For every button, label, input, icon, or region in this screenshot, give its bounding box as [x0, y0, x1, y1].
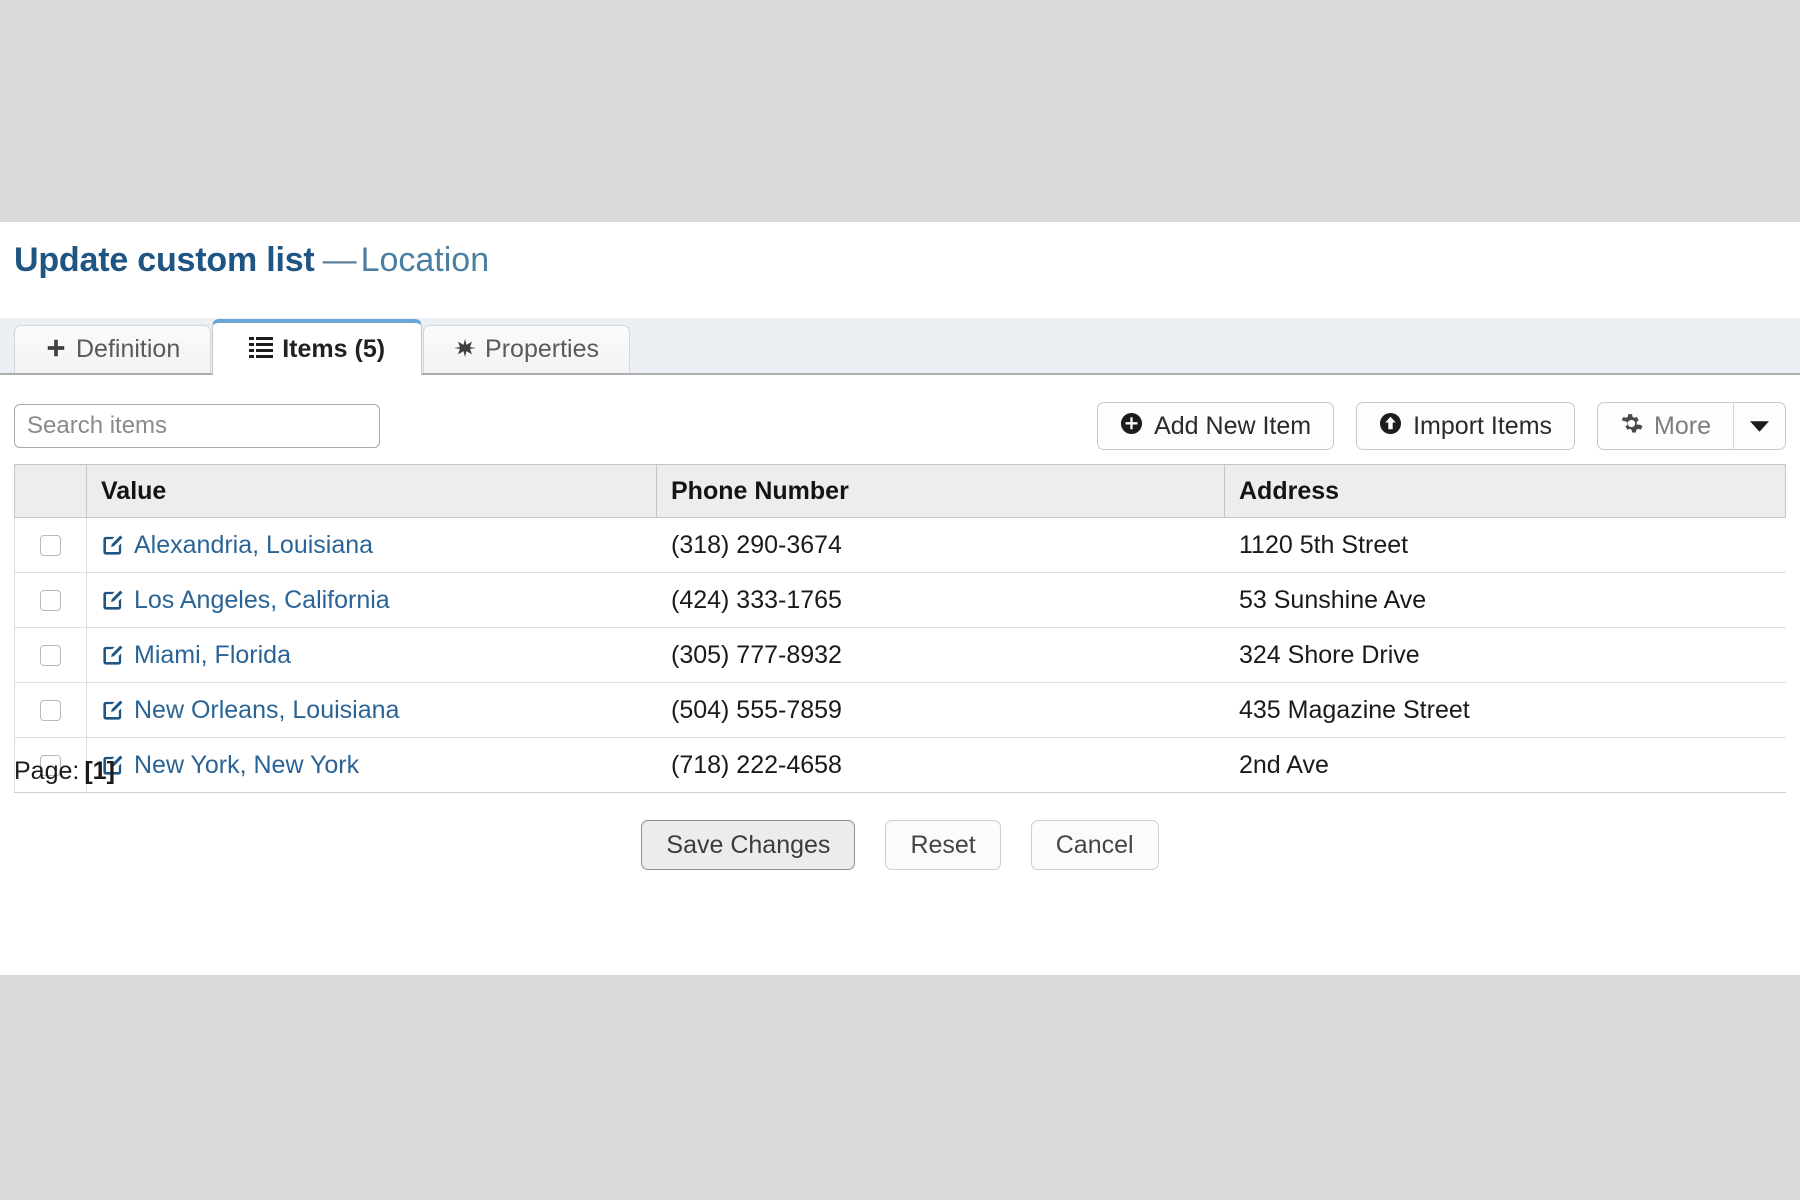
reset-button[interactable]: Reset [885, 820, 1000, 870]
toolbar-button-group: Add New Item Import Items More [1097, 402, 1786, 450]
page-title-main: Update custom list [14, 241, 315, 279]
value-cell: New York, New York [101, 751, 642, 780]
value-cell-wrapper: Los Angeles, California [87, 573, 657, 628]
asterisk-icon [454, 337, 476, 363]
value-cell: Los Angeles, California [101, 586, 642, 615]
address-cell: 2nd Ave [1225, 738, 1786, 793]
table-row: New York, New York (718) 222-46582nd Ave [15, 738, 1786, 793]
tab-properties-label: Properties [485, 335, 599, 364]
edit-icon[interactable] [101, 699, 124, 722]
cancel-button[interactable]: Cancel [1031, 820, 1159, 870]
items-table: Value Phone Number Address Alexandria, L… [14, 464, 1786, 793]
value-cell: New Orleans, Louisiana [101, 696, 642, 725]
pagination-label: Page: [14, 757, 79, 785]
more-split-button: More [1597, 402, 1786, 450]
items-table-body: Alexandria, Louisiana (318) 290-36741120 … [15, 518, 1786, 793]
search-input[interactable] [14, 404, 380, 448]
import-items-button[interactable]: Import Items [1356, 402, 1575, 450]
edit-icon[interactable] [101, 534, 124, 557]
items-table-head: Value Phone Number Address [15, 465, 1786, 518]
value-cell-wrapper: Miami, Florida [87, 628, 657, 683]
column-header-select [15, 465, 87, 518]
tab-items[interactable]: Items (5) [212, 319, 422, 375]
tab-properties[interactable]: Properties [423, 325, 630, 373]
add-new-item-label: Add New Item [1154, 412, 1311, 441]
item-value-link[interactable]: Los Angeles, California [134, 586, 390, 615]
tab-definition-label: Definition [76, 335, 180, 364]
row-select-checkbox[interactable] [40, 645, 61, 666]
value-cell-wrapper: New Orleans, Louisiana [87, 683, 657, 738]
gear-icon [1620, 412, 1643, 440]
edit-icon[interactable] [101, 589, 124, 612]
table-row: Alexandria, Louisiana (318) 290-36741120 … [15, 518, 1786, 573]
items-table-header-row: Value Phone Number Address [15, 465, 1786, 518]
phone-number-cell: (318) 290-3674 [657, 518, 1225, 573]
address-cell: 324 Shore Drive [1225, 628, 1786, 683]
item-value-link[interactable]: New Orleans, Louisiana [134, 696, 399, 725]
row-select-cell [15, 518, 87, 573]
table-row: Miami, Florida (305) 777-8932324 Shore Dr… [15, 628, 1786, 683]
phone-number-cell: (718) 222-4658 [657, 738, 1225, 793]
phone-number-cell: (305) 777-8932 [657, 628, 1225, 683]
item-value-link[interactable]: Alexandria, Louisiana [134, 531, 373, 560]
row-select-checkbox[interactable] [40, 535, 61, 556]
column-header-address[interactable]: Address [1225, 465, 1786, 518]
phone-number-cell: (504) 555-7859 [657, 683, 1225, 738]
more-label: More [1654, 412, 1711, 441]
value-cell: Miami, Florida [101, 641, 642, 670]
list-icon [249, 336, 273, 362]
row-select-cell [15, 628, 87, 683]
edit-icon[interactable] [101, 644, 124, 667]
add-new-item-button[interactable]: Add New Item [1097, 402, 1334, 450]
items-toolbar: Add New Item Import Items More [0, 392, 1800, 460]
pagination: Page:[1] [14, 757, 115, 786]
value-cell-wrapper: New York, New York [87, 738, 657, 793]
page-title-separator: — [323, 241, 357, 279]
address-cell: 1120 5th Street [1225, 518, 1786, 573]
content-panel: Update custom list—Location Definition [0, 222, 1800, 975]
page-title-subject: Location [361, 241, 490, 279]
item-value-link[interactable]: Miami, Florida [134, 641, 291, 670]
more-button[interactable]: More [1597, 402, 1734, 450]
items-table-container: Value Phone Number Address Alexandria, L… [14, 464, 1786, 793]
row-select-cell [15, 573, 87, 628]
item-value-link[interactable]: New York, New York [134, 751, 359, 780]
page-root: Update custom list—Location Definition [0, 0, 1800, 1200]
table-row: Los Angeles, California (424) 333-176553 … [15, 573, 1786, 628]
table-row: New Orleans, Louisiana (504) 555-7859435 … [15, 683, 1786, 738]
row-select-checkbox[interactable] [40, 700, 61, 721]
phone-number-cell: (424) 333-1765 [657, 573, 1225, 628]
address-cell: 435 Magazine Street [1225, 683, 1786, 738]
import-items-label: Import Items [1413, 412, 1552, 441]
tab-items-label: Items (5) [282, 335, 385, 364]
more-dropdown-toggle[interactable] [1734, 402, 1786, 450]
arrow-up-circle-icon [1379, 412, 1402, 440]
tab-strip: Definition Items (5) [0, 318, 1800, 375]
plus-circle-icon [1120, 412, 1143, 440]
value-cell: Alexandria, Louisiana [101, 531, 642, 560]
save-changes-button[interactable]: Save Changes [641, 820, 855, 870]
plus-icon [45, 337, 67, 363]
value-cell-wrapper: Alexandria, Louisiana [87, 518, 657, 573]
chevron-down-icon [1750, 414, 1769, 438]
form-actions: Save Changes Reset Cancel [0, 820, 1800, 870]
page-title: Update custom list—Location [0, 222, 1800, 281]
row-select-checkbox[interactable] [40, 590, 61, 611]
tab-definition[interactable]: Definition [14, 325, 211, 373]
pagination-current-page[interactable]: [1] [84, 757, 115, 785]
column-header-value[interactable]: Value [87, 465, 657, 518]
row-select-cell [15, 683, 87, 738]
address-cell: 53 Sunshine Ave [1225, 573, 1786, 628]
column-header-phone-number[interactable]: Phone Number [657, 465, 1225, 518]
tab-list: Definition Items (5) [14, 318, 1800, 373]
